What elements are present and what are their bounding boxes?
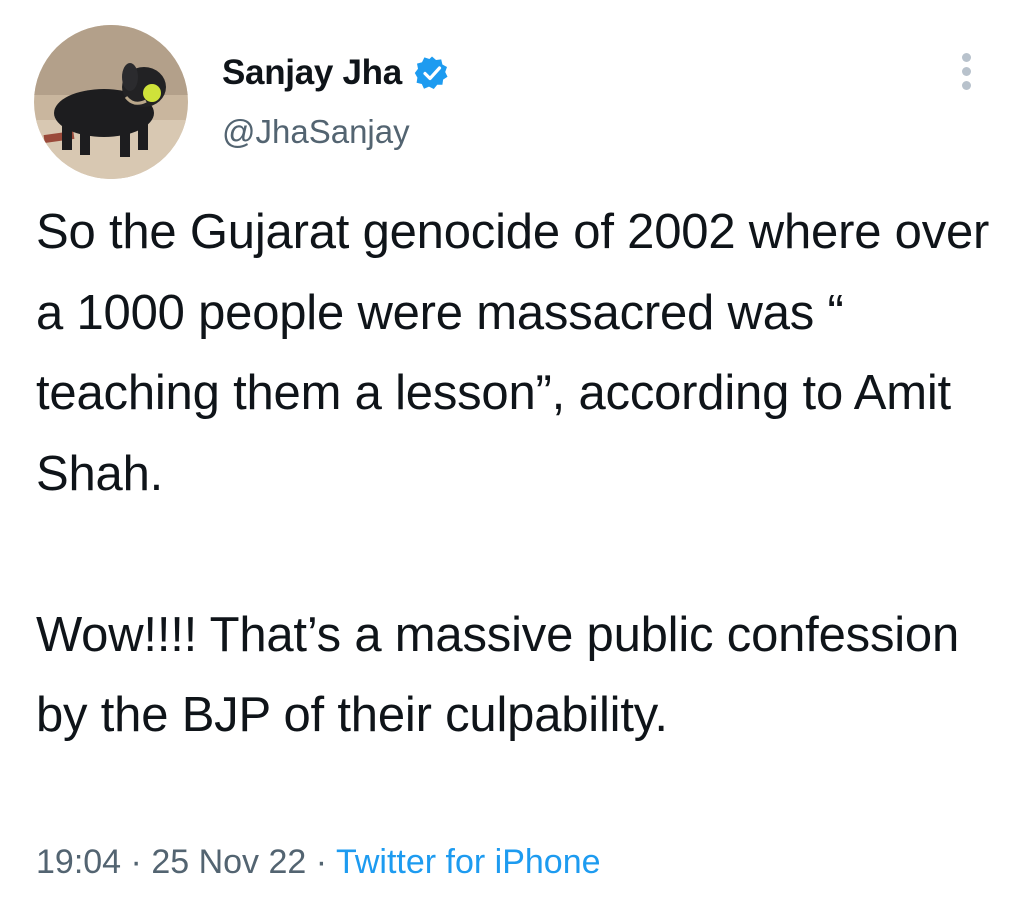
avatar[interactable] [34, 25, 188, 179]
author-handle[interactable]: @JhaSanjay [222, 113, 410, 151]
tweet-paragraph-2: Wow!!!! That’s a massive public confessi… [36, 607, 960, 743]
more-options-icon[interactable] [956, 53, 976, 93]
verified-badge-icon [414, 55, 450, 91]
display-name[interactable]: Sanjay Jha [222, 53, 402, 93]
tweet-time[interactable]: 19:04 [36, 843, 121, 881]
meta-separator: · [315, 843, 328, 881]
author-name-row[interactable]: Sanjay Jha [222, 50, 450, 96]
tweet-paragraph-1: So the Gujarat genocide of 2002 where ov… [36, 205, 990, 501]
dog-avatar-icon [34, 25, 188, 179]
tweet: Sanjay Jha @JhaSanjay So the Gujarat gen… [0, 0, 1024, 913]
tweet-text: So the Gujarat genocide of 2002 where ov… [36, 192, 996, 756]
tweet-source[interactable]: Twitter for iPhone [336, 843, 601, 881]
tweet-date[interactable]: 25 Nov 22 [151, 843, 306, 881]
tweet-meta: 19:04 · 25 Nov 22 · Twitter for iPhone [36, 843, 601, 882]
meta-separator: · [130, 843, 142, 881]
